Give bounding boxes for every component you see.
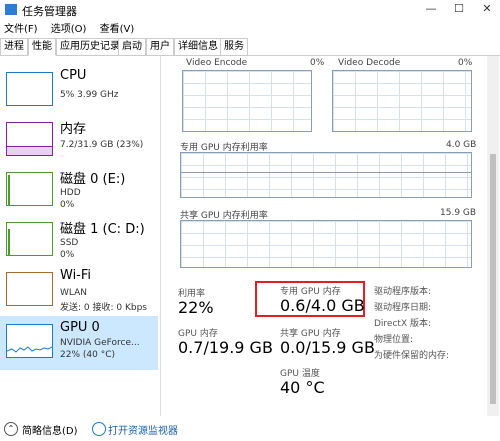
open-resource-monitor-link[interactable]: 打开资源监视器: [108, 422, 178, 437]
video-decode-label: Video Decode: [338, 58, 401, 68]
sidebar-item-label: CPU: [60, 68, 87, 83]
vertical-scrollbar[interactable]: [487, 56, 499, 416]
shared-memory-value: 0.0/15.9 GB: [280, 338, 375, 357]
video-encode-percent: 0%: [310, 58, 325, 68]
disk-0-thumbnail-graph: [6, 172, 53, 206]
close-button[interactable]: ✕: [476, 2, 498, 18]
disk-1-thumbnail-graph: [6, 222, 53, 256]
sidebar-item-detail: 0%: [60, 250, 75, 260]
wifi-thumbnail-graph: [6, 272, 53, 306]
scrollbar-thumb[interactable]: [490, 154, 496, 404]
gpu-thumbnail-graph: [6, 324, 53, 358]
menu-view[interactable]: 查看(V): [100, 24, 135, 35]
resource-sidebar: CPU 5% 3.99 GHz 内存 7.2/31.9 GB (23%) 磁盘 …: [0, 56, 161, 416]
sidebar-item-cpu[interactable]: CPU 5% 3.99 GHz: [0, 64, 158, 114]
video-decode-percent: 0%: [458, 58, 473, 68]
tab-performance[interactable]: 性能: [28, 38, 56, 56]
sidebar-item-disk-0[interactable]: 磁盘 0 (E:) HDD 0%: [0, 164, 158, 214]
sidebar-item-wifi[interactable]: Wi-Fi WLAN 发送: 0 接收: 0 Kbps: [0, 264, 158, 314]
tab-users[interactable]: 用户: [146, 38, 174, 55]
sidebar-item-detail: 5% 3.99 GHz: [60, 90, 119, 100]
sidebar-item-detail: SSD: [60, 238, 79, 248]
driver-version-label: 驱动程序版本:: [374, 287, 432, 297]
sidebar-item-detail: 22% (40 °C): [60, 350, 115, 360]
dedicated-memory-max: 4.0 GB: [446, 140, 477, 150]
sidebar-item-label: 磁盘 1 (C: D:): [60, 222, 145, 237]
video-decode-graph: [332, 70, 472, 132]
menu-bar: 文件(F) 选项(O) 查看(V): [0, 20, 500, 37]
shared-memory-graph: [180, 220, 472, 268]
chevron-up-icon[interactable]: ⌃: [4, 422, 18, 436]
resource-monitor-icon: [92, 422, 106, 436]
physical-location-label: 物理位置:: [374, 335, 414, 345]
sidebar-item-detail: NVIDIA GeForce...: [60, 338, 140, 348]
maximize-button[interactable]: ☐: [448, 2, 470, 18]
dedicated-memory-value: 0.6/4.0 GB: [280, 296, 365, 315]
tab-app-history[interactable]: 应用历史记录: [56, 38, 124, 55]
video-encode-graph: [182, 70, 312, 132]
minimize-button[interactable]: —: [420, 2, 442, 18]
sidebar-item-detail: 7.2/31.9 GB (23%): [60, 140, 144, 150]
sidebar-item-gpu[interactable]: GPU 0 NVIDIA GeForce... 22% (40 °C): [0, 316, 158, 370]
menu-options[interactable]: 选项(O): [51, 24, 87, 35]
tab-details[interactable]: 详细信息: [174, 38, 222, 55]
task-manager-icon: [5, 4, 17, 15]
video-encode-label: Video Encode: [186, 58, 248, 68]
sidebar-item-disk-1[interactable]: 磁盘 1 (C: D:) SSD 0%: [0, 214, 158, 264]
tab-strip: 进程 性能 应用历史记录 启动 用户 详细信息 服务: [0, 38, 500, 56]
driver-date-label: 驱动程序日期:: [374, 303, 432, 313]
sidebar-item-detail: WLAN: [60, 288, 88, 298]
footer-bar: ⌃ 简略信息(D) 打开资源监视器: [0, 418, 500, 441]
tab-processes[interactable]: 进程: [0, 38, 28, 55]
gpu-temperature-value: 40 °C: [280, 378, 325, 397]
sidebar-item-label: Wi-Fi: [60, 268, 92, 283]
sidebar-item-label: 磁盘 0 (E:): [60, 172, 126, 187]
hardware-reserved-memory-label: 为硬件保留的内存:: [374, 351, 450, 361]
sidebar-item-detail: HDD: [60, 188, 81, 198]
utilization-value: 22%: [178, 298, 214, 317]
less-details-link[interactable]: 简略信息(D): [22, 422, 78, 437]
sidebar-item-detail: 发送: 0 接收: 0 Kbps: [60, 303, 147, 313]
directx-version-label: DirectX 版本:: [374, 319, 432, 329]
title-bar: 任务管理器 — ☐ ✕: [0, 0, 500, 20]
gpu-memory-value: 0.7/19.9 GB: [178, 338, 273, 357]
sidebar-item-label: 内存: [60, 122, 87, 137]
tab-services[interactable]: 服务: [220, 38, 248, 55]
sidebar-item-memory[interactable]: 内存 7.2/31.9 GB (23%): [0, 114, 158, 164]
shared-memory-max: 15.9 GB: [440, 208, 477, 218]
dedicated-memory-graph: [180, 152, 472, 198]
gpu-thumbnail-line: [7, 346, 52, 353]
menu-file[interactable]: 文件(F): [4, 24, 38, 35]
cpu-thumbnail-graph: [6, 72, 53, 106]
gpu-detail-panel: Video Encode 0% Video Decode 0% 专用 GPU 内…: [162, 56, 500, 416]
sidebar-item-label: GPU 0: [60, 320, 100, 335]
tab-startup[interactable]: 启动: [118, 38, 146, 55]
sidebar-item-detail: 0%: [60, 200, 75, 210]
memory-thumbnail-graph: [6, 122, 53, 156]
window-title: 任务管理器: [22, 5, 77, 18]
